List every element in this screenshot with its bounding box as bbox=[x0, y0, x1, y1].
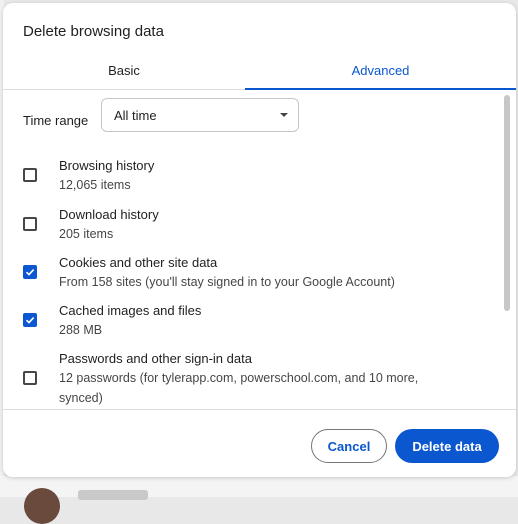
option-title: Download history bbox=[59, 207, 159, 222]
option-download-history: Download history 205 items bbox=[3, 205, 503, 245]
time-range-label: Time range bbox=[23, 113, 89, 128]
cookies-checkbox[interactable] bbox=[23, 265, 37, 279]
option-title: Browsing history bbox=[59, 158, 155, 173]
download-history-checkbox[interactable] bbox=[23, 217, 37, 231]
dialog-footer: Cancel Delete data bbox=[3, 409, 516, 477]
cancel-button[interactable]: Cancel bbox=[311, 429, 387, 463]
checkmark-icon bbox=[25, 269, 35, 276]
scrollbar-thumb[interactable] bbox=[504, 95, 510, 311]
browsing-history-checkbox[interactable] bbox=[23, 168, 37, 182]
option-detail: 288 MB bbox=[59, 323, 103, 337]
option-cookies: Cookies and other site data From 158 sit… bbox=[3, 253, 503, 293]
option-title: Cached images and files bbox=[59, 303, 202, 318]
background-avatar bbox=[24, 488, 60, 524]
delete-browsing-data-dialog: Delete browsing data Basic Advanced Time… bbox=[3, 3, 516, 477]
tab-basic[interactable]: Basic bbox=[3, 51, 245, 89]
tab-advanced[interactable]: Advanced bbox=[245, 51, 516, 90]
cached-images-checkbox[interactable] bbox=[23, 313, 37, 327]
options-list: Time range All time Browsing history 12,… bbox=[3, 90, 516, 410]
time-range-value: All time bbox=[114, 107, 157, 123]
option-browsing-history: Browsing history 12,065 items bbox=[3, 156, 503, 196]
delete-data-button[interactable]: Delete data bbox=[395, 429, 499, 463]
option-detail: From 158 sites (you'll stay signed in to… bbox=[59, 275, 395, 289]
time-range-select[interactable]: All time bbox=[101, 98, 299, 132]
tab-bar: Basic Advanced bbox=[3, 51, 516, 90]
dialog-title: Delete browsing data bbox=[23, 23, 164, 40]
option-detail: 12,065 items bbox=[59, 178, 131, 192]
background-profile-name bbox=[78, 490, 148, 500]
option-title: Passwords and other sign-in data bbox=[59, 351, 252, 366]
passwords-checkbox[interactable] bbox=[23, 371, 37, 385]
option-detail: 12 passwords (for tylerapp.com, powersch… bbox=[59, 371, 419, 405]
option-passwords: Passwords and other sign-in data 12 pass… bbox=[3, 349, 503, 409]
scrollbar[interactable] bbox=[502, 93, 511, 409]
option-title: Cookies and other site data bbox=[59, 255, 218, 270]
option-detail: 205 items bbox=[59, 227, 114, 241]
option-cached-images: Cached images and files 288 MB bbox=[3, 301, 503, 341]
dropdown-arrow-icon bbox=[280, 113, 288, 117]
checkmark-icon bbox=[25, 317, 35, 324]
